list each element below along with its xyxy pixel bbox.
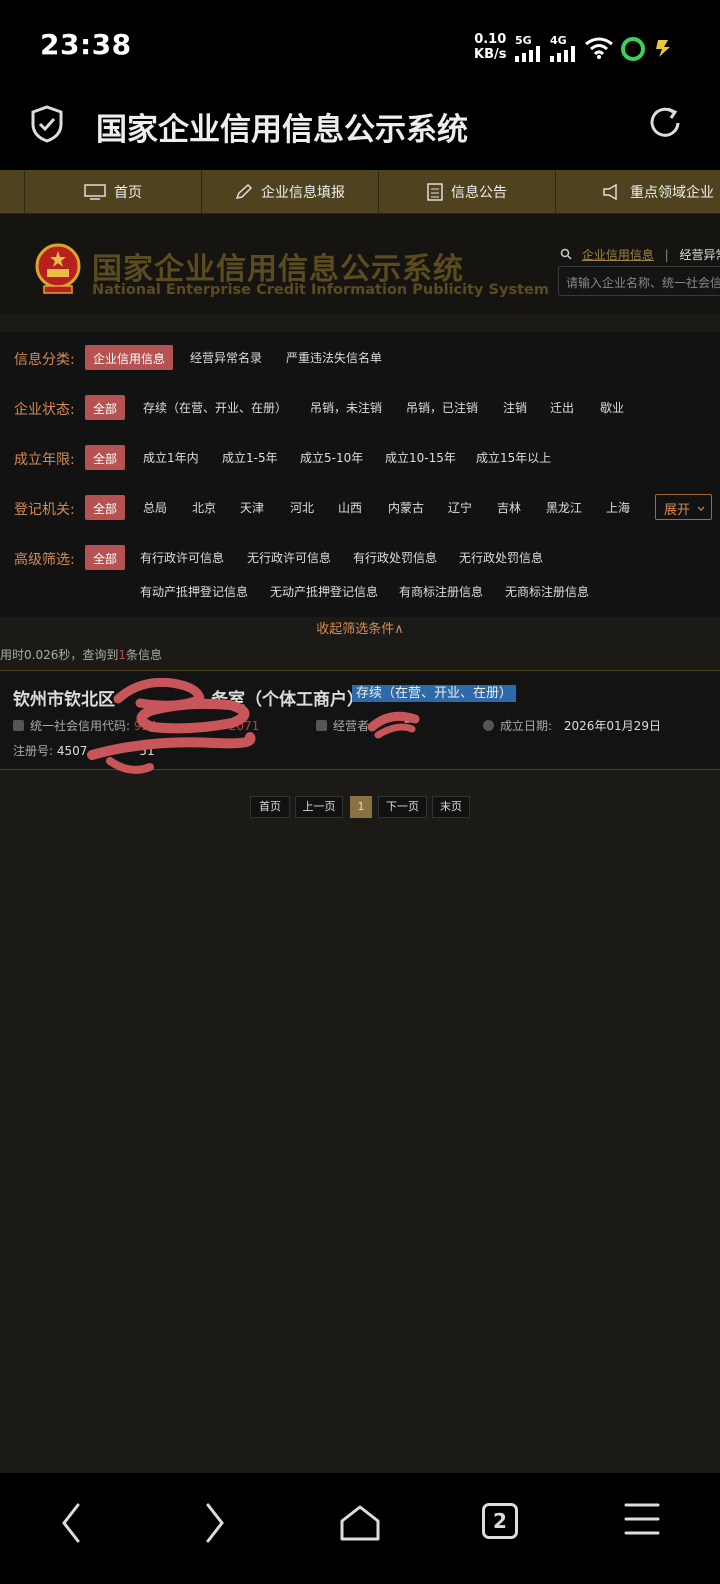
status-bar: 23:38 0.10 KB/s 5G 4G — [0, 0, 720, 80]
menu-icon[interactable] — [624, 1501, 660, 1537]
result-summary: 用时0.026秒，查询到1条信息 — [0, 648, 163, 662]
authority-option[interactable]: 吉林 — [497, 499, 521, 516]
years-option[interactable]: 成立10-15年 — [385, 449, 456, 466]
page-title: 国家企业信用信息公示系统 — [96, 112, 468, 148]
result-item[interactable]: 钦州市钦北区 务室（个体工商户） 存续（在营、开业、在册） 统一社会信用代码: 9… — [0, 670, 720, 774]
web-page: 首页 企业信息填报 信息公告 重点领域企业 国家企业信用信息公示系统 Natio… — [0, 170, 720, 1473]
category-option[interactable]: 经营异常名录 — [190, 349, 262, 366]
tabs-button[interactable]: 2 — [482, 1503, 518, 1539]
advanced-option[interactable]: 有商标注册信息 — [399, 583, 483, 600]
filter-row-advanced: 高级筛选: 全部 有行政许可信息 无行政许可信息 有行政处罚信息 无行政处罚信息… — [0, 545, 720, 605]
link-credit-info[interactable]: 企业信用信息 — [582, 248, 654, 262]
status-option[interactable]: 注销 — [503, 399, 527, 416]
page-first[interactable]: 首页 — [250, 796, 290, 818]
expand-button[interactable]: 展开 — [655, 494, 712, 520]
advanced-option[interactable]: 有行政许可信息 — [140, 549, 224, 566]
authority-option[interactable]: 内蒙古 — [388, 499, 424, 516]
advanced-option[interactable]: 无动产抵押登记信息 — [270, 583, 378, 600]
browser-bottom-nav: 2 — [0, 1473, 720, 1584]
site-header: 国家企业信用信息公示系统 National Enterprise Credit … — [0, 214, 720, 314]
link-abnormal[interactable]: 经营异常 — [680, 248, 720, 262]
filter-row-status: 企业状态: 全部 存续（在营、开业、在册） 吊销，未注销 吊销，已注销 注销 迁… — [0, 395, 720, 421]
reload-icon[interactable] — [648, 104, 684, 142]
status-option[interactable]: 存续（在营、开业、在册） — [143, 399, 287, 416]
megaphone-icon — [603, 184, 617, 200]
filter-row-years: 成立年限: 全部 成立1年内 成立1-5年 成立5-10年 成立10-15年 成… — [0, 445, 720, 471]
site-nav-bar: 首页 企业信息填报 信息公告 重点领域企业 — [0, 170, 720, 214]
document-icon — [427, 183, 443, 201]
nav-report[interactable]: 企业信息填报 — [201, 170, 378, 214]
years-all-tag[interactable]: 全部 — [85, 445, 126, 470]
security-shield-icon[interactable] — [30, 104, 64, 144]
search-icon — [560, 248, 572, 260]
advanced-all-tag[interactable]: 全部 — [85, 545, 126, 570]
site-logo-en: National Enterprise Credit Information P… — [92, 282, 549, 298]
home-icon[interactable] — [338, 1501, 382, 1545]
monitor-icon — [84, 184, 106, 200]
charging-icon — [656, 40, 670, 57]
advanced-option[interactable]: 有动产抵押登记信息 — [140, 583, 248, 600]
advanced-option[interactable]: 无商标注册信息 — [505, 583, 589, 600]
status-option[interactable]: 迁出 — [550, 399, 574, 416]
authority-option[interactable]: 天津 — [240, 499, 264, 516]
forward-icon[interactable] — [202, 1501, 228, 1545]
status-option[interactable]: 吊销，未注销 — [310, 399, 382, 416]
national-emblem-icon — [35, 243, 81, 294]
nav-announcement[interactable]: 信息公告 — [378, 170, 555, 214]
battery-ring-icon — [621, 37, 645, 61]
advanced-option[interactable]: 无行政处罚信息 — [459, 549, 543, 566]
authority-option[interactable]: 北京 — [192, 499, 216, 516]
page-next[interactable]: 下一页 — [378, 796, 427, 818]
status-option[interactable]: 歇业 — [600, 399, 624, 416]
chevron-down-icon — [697, 506, 705, 511]
page-prev[interactable]: 上一页 — [295, 796, 343, 818]
authority-option[interactable]: 山西 — [338, 499, 362, 516]
years-option[interactable]: 成立5-10年 — [300, 449, 363, 466]
status-all-tag[interactable]: 全部 — [85, 395, 126, 420]
collapse-filters-button[interactable]: 收起筛选条件∧ — [0, 618, 720, 637]
redaction-scribble — [87, 677, 420, 774]
authority-all-tag[interactable]: 全部 — [85, 495, 126, 520]
authority-option[interactable]: 总局 — [143, 499, 167, 516]
status-time: 23:38 — [40, 28, 132, 61]
search-input[interactable]: 请输入企业名称、统一社会信用代码 — [558, 266, 720, 296]
browser-title-bar: 国家企业信用信息公示系统 — [0, 80, 720, 170]
years-option[interactable]: 成立1年内 — [143, 449, 199, 466]
years-option[interactable]: 成立1-5年 — [222, 449, 278, 466]
pen-icon — [235, 184, 253, 200]
filter-panel: 信息分类: 企业信用信息 经营异常名录 严重违法失信名单 企业状态: 全部 存续… — [0, 332, 720, 617]
authority-option[interactable]: 上海 — [606, 499, 630, 516]
page-current[interactable]: 1 — [350, 796, 372, 818]
nav-home[interactable]: 首页 — [24, 170, 201, 214]
filter-row-authority: 登记机关: 全部 总局 北京 天津 河北 山西 内蒙古 辽宁 吉林 黑龙江 上海… — [0, 494, 720, 521]
wifi-icon — [585, 37, 613, 59]
header-links: 企业信用信息 | 经营异常 — [560, 246, 720, 263]
authority-option[interactable]: 河北 — [290, 499, 314, 516]
network-speed: 0.10 KB/s — [474, 32, 507, 62]
advanced-option[interactable]: 无行政许可信息 — [247, 549, 331, 566]
nav-key-enterprises[interactable]: 重点领域企业 — [555, 170, 720, 214]
authority-option[interactable]: 辽宁 — [448, 499, 472, 516]
years-option[interactable]: 成立15年以上 — [476, 449, 551, 466]
category-option[interactable]: 严重违法失信名单 — [286, 349, 382, 366]
authority-option[interactable]: 黑龙江 — [546, 499, 582, 516]
filter-row-category: 信息分类: 企业信用信息 经营异常名录 严重违法失信名单 — [0, 345, 720, 371]
category-selected-tag[interactable]: 企业信用信息 — [85, 345, 174, 370]
advanced-option[interactable]: 有行政处罚信息 — [353, 549, 437, 566]
page-last[interactable]: 末页 — [432, 796, 470, 818]
back-icon[interactable] — [58, 1501, 84, 1545]
status-option[interactable]: 吊销，已注销 — [406, 399, 478, 416]
